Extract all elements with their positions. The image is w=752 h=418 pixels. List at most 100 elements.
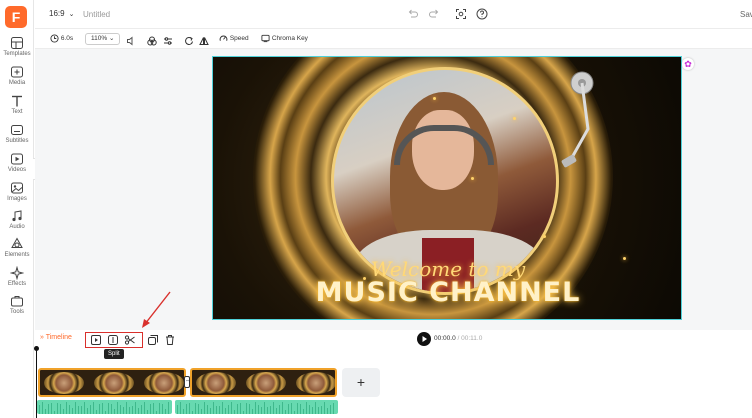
- sidebar-item-audio[interactable]: Audio: [0, 209, 34, 235]
- play-clip-icon[interactable]: [90, 334, 102, 346]
- waveform-bar: [231, 402, 232, 414]
- waveform-bar: [186, 403, 187, 414]
- waveform-bar: [72, 407, 73, 414]
- rotate-icon[interactable]: [184, 34, 194, 48]
- waveform-bar: [255, 402, 256, 414]
- sidebar-item-videos[interactable]: Videos: [0, 152, 34, 178]
- color-adjust-icon[interactable]: [147, 34, 157, 48]
- waveform-bar: [303, 408, 304, 414]
- waveform-bar: [48, 403, 49, 414]
- scissors-icon[interactable]: [124, 334, 136, 346]
- waveform-bar: [300, 404, 301, 414]
- video-clip[interactable]: [190, 368, 337, 397]
- top-bar: 16:9 ⌄ Untitled Sav: [35, 0, 752, 29]
- waveform-bar: [333, 402, 334, 414]
- video-clip[interactable]: [38, 368, 186, 397]
- waveform-bar: [222, 402, 223, 414]
- waveform-bar: [228, 404, 229, 414]
- waveform-bar: [147, 409, 148, 414]
- sidebar-item-subtitles[interactable]: Subtitles: [0, 123, 34, 149]
- waveform-bar: [90, 404, 91, 414]
- waveform-bar: [213, 402, 214, 414]
- redo-icon[interactable]: [428, 8, 440, 20]
- app-logo[interactable]: F: [5, 6, 27, 28]
- waveform-bar: [180, 402, 181, 414]
- help-icon[interactable]: [476, 8, 488, 20]
- delete-icon[interactable]: [164, 334, 176, 346]
- chevron-down-icon: ⌄: [68, 11, 75, 18]
- timeline-label: Timeline: [45, 334, 72, 341]
- duration-control[interactable]: 6.0s: [50, 32, 73, 46]
- waveform-bar: [225, 407, 226, 414]
- waveform-bar: [42, 402, 43, 414]
- elements-icon: [11, 237, 23, 248]
- flip-icon[interactable]: [199, 34, 209, 48]
- waveform-bar: [309, 405, 310, 414]
- project-title[interactable]: Untitled: [83, 10, 110, 19]
- sidebar-item-elements[interactable]: Elements: [0, 237, 34, 263]
- waveform-bar: [159, 402, 160, 414]
- sidebar-item-effects[interactable]: Effects: [0, 266, 34, 292]
- split-tooltip: Split: [104, 349, 124, 359]
- aspect-ratio-dropdown[interactable]: 16:9 ⌄: [49, 9, 74, 18]
- waveform-bar: [117, 402, 118, 414]
- sidebar-item-label: Tools: [9, 309, 24, 315]
- duplicate-icon[interactable]: [147, 334, 159, 346]
- speed-button[interactable]: Speed: [219, 32, 249, 46]
- clip-thumbnail: [94, 372, 134, 394]
- sidebar-item-tools[interactable]: Tools: [0, 294, 34, 320]
- timeline-controls: » Timeline 00:00.0 / 00:11.0: [35, 330, 752, 350]
- waveform-bar: [330, 404, 331, 414]
- waveform-bar: [297, 402, 298, 414]
- waveform-bar: [105, 410, 106, 414]
- waveform-bar: [168, 402, 169, 414]
- play-button[interactable]: [417, 332, 431, 346]
- waveform-bar: [237, 403, 238, 414]
- audio-track[interactable]: [37, 400, 172, 414]
- screenshot-icon[interactable]: [455, 8, 467, 20]
- headline-main-text: MUSIC CHANNEL: [315, 277, 581, 308]
- brand-kit-badge-icon[interactable]: ✿: [682, 58, 694, 70]
- save-button[interactable]: Sav: [740, 10, 752, 19]
- tools-icon: [11, 296, 23, 307]
- sidebar-item-label: Images: [7, 196, 27, 202]
- aspect-ratio-value: 16:9: [49, 9, 65, 18]
- total-time: / 00:11.0: [457, 335, 483, 342]
- waveform-bar: [291, 403, 292, 414]
- sparkle: [513, 117, 516, 120]
- audio-track[interactable]: [175, 400, 338, 414]
- waveform-bar: [156, 410, 157, 414]
- volume-icon[interactable]: [126, 34, 136, 48]
- zoom-dropdown[interactable]: 110% ⌄: [85, 33, 121, 45]
- split-icon[interactable]: [107, 334, 119, 346]
- waveform-bar: [84, 402, 85, 414]
- timeline-toggle[interactable]: » Timeline: [40, 334, 72, 341]
- zoom-value: 110%: [91, 35, 108, 42]
- adjust-sliders-icon[interactable]: [163, 34, 173, 48]
- waveform-bar: [87, 407, 88, 414]
- add-clip-button[interactable]: +: [342, 368, 380, 397]
- undo-icon[interactable]: [407, 8, 419, 20]
- sidebar-item-text[interactable]: Text: [0, 94, 34, 120]
- waveform-bar: [216, 406, 217, 414]
- sidebar-item-label: Audio: [9, 224, 25, 230]
- waveform-bar: [321, 405, 322, 414]
- sidebar-item-images[interactable]: Images: [0, 181, 34, 207]
- waveform-bar: [93, 402, 94, 414]
- speed-label: Speed: [229, 35, 249, 42]
- waveform-bar: [201, 409, 202, 414]
- waveform-bar: [57, 402, 58, 414]
- waveform-bar: [252, 409, 253, 414]
- annotation-arrow-icon: [142, 291, 171, 328]
- sidebar-item-templates[interactable]: Templates: [0, 36, 34, 62]
- waveform-bar: [126, 402, 127, 414]
- chroma-key-button[interactable]: Chroma Key: [261, 32, 308, 46]
- waveform-bar: [318, 406, 319, 414]
- clip-thumbnail: [144, 372, 184, 394]
- video-preview[interactable]: Welcome to my MUSIC CHANNEL: [212, 56, 682, 320]
- sidebar-item-media[interactable]: Media: [0, 65, 34, 91]
- sidebar-item-label: Subtitles: [5, 138, 29, 144]
- timeline-arrow-icon: »: [40, 334, 44, 341]
- waveform-bar: [219, 406, 220, 414]
- waveform-bar: [192, 410, 193, 414]
